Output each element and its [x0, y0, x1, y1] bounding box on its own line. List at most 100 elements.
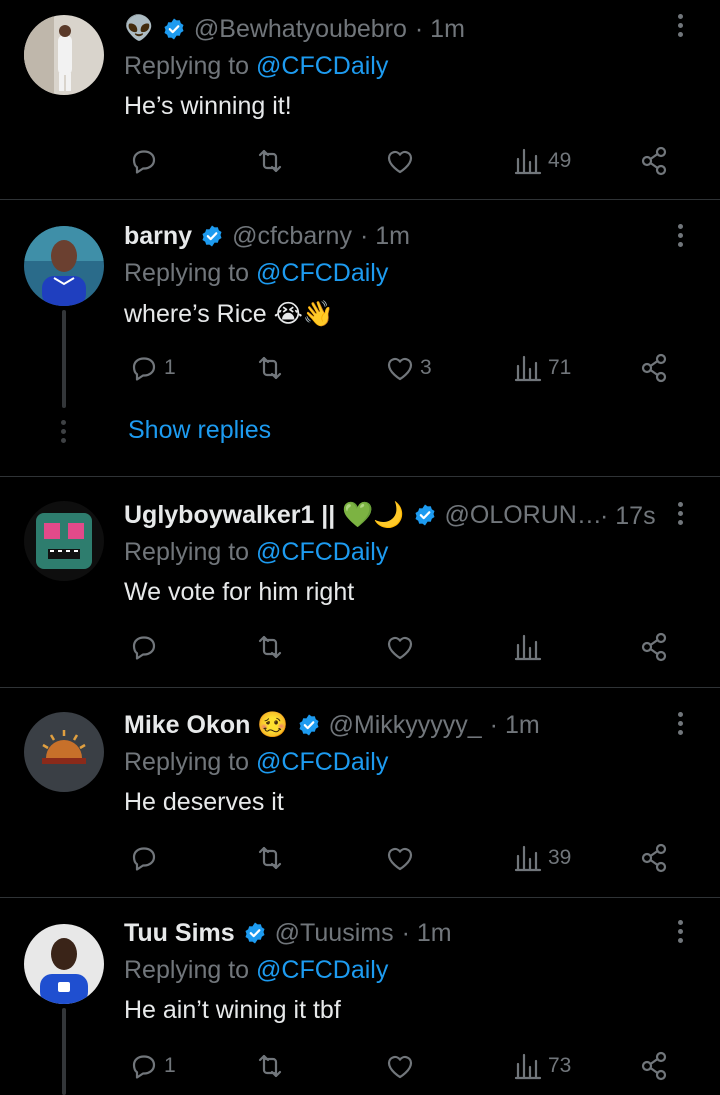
verified-badge-icon: [245, 922, 265, 944]
more-icon[interactable]: [670, 498, 690, 528]
replying-to-label: Replying to: [124, 52, 250, 80]
tweet[interactable]: Tuu Sims @Tuusims · 1m Replying to @CFCD…: [0, 898, 720, 1095]
reply-button[interactable]: 1: [128, 348, 176, 388]
show-replies-link[interactable]: Show replies: [128, 416, 271, 445]
tweet-text: He ain’t wining it tbf: [124, 996, 341, 1024]
mention-link[interactable]: @CFCDaily: [256, 538, 388, 566]
tweet-text: We vote for him right: [124, 578, 355, 606]
timestamp[interactable]: · 17s: [600, 502, 656, 531]
mention-link[interactable]: @CFCDaily: [256, 259, 388, 287]
reply-icon: [132, 636, 156, 660]
more-icon[interactable]: [670, 916, 690, 946]
retweet-icon: [258, 1054, 282, 1078]
timestamp[interactable]: · 1m: [415, 15, 465, 44]
verified-badge-icon: [299, 714, 318, 736]
views-icon: [514, 355, 542, 382]
view-count: 73: [548, 1054, 572, 1077]
avatar[interactable]: [24, 712, 104, 792]
more-icon[interactable]: [670, 220, 690, 250]
avatar[interactable]: [24, 501, 104, 581]
tweet-text: where’s Rice 😭👋: [124, 300, 334, 328]
views-icon: [514, 148, 542, 175]
user-handle[interactable]: @OLORUNF...: [445, 501, 611, 530]
share-button[interactable]: [638, 1046, 670, 1086]
view-count: 39: [548, 846, 572, 869]
reply-button[interactable]: [128, 838, 164, 878]
user-handle[interactable]: @Mikkyyyyy_: [329, 711, 482, 740]
like-button[interactable]: [384, 627, 420, 667]
tweet-header: Tuu Sims @Tuusims · 1m: [124, 916, 660, 950]
replying-to: Replying to @CFCDaily: [124, 748, 388, 777]
timestamp[interactable]: · 1m: [360, 222, 410, 251]
share-button[interactable]: [638, 838, 670, 878]
mention-link[interactable]: @CFCDaily: [256, 956, 388, 984]
like-button[interactable]: [384, 838, 420, 878]
verified-badge-icon: [415, 504, 434, 526]
views-icon: [514, 634, 542, 661]
tweet-actions: 1 73: [0, 1046, 720, 1086]
replying-to: Replying to @CFCDaily: [124, 52, 388, 81]
replying-to: Replying to @CFCDaily: [124, 538, 388, 567]
views-icon: [514, 1053, 542, 1080]
like-button[interactable]: [384, 141, 420, 181]
retweet-button[interactable]: [254, 141, 286, 181]
share-icon: [641, 843, 667, 873]
reply-button[interactable]: [128, 141, 164, 181]
verified-badge-icon: [202, 225, 222, 247]
tweet[interactable]: Mike Okon 🥴 @Mikkyyyyy_ · 1m Replying to…: [0, 688, 720, 898]
reply-button[interactable]: 1: [128, 1046, 176, 1086]
timestamp[interactable]: · 1m: [402, 919, 452, 948]
share-button[interactable]: [638, 348, 670, 388]
tweet[interactable]: 👽 @Bewhatyoubebro · 1m Replying to @CFCD…: [0, 0, 720, 200]
views-button[interactable]: 71: [512, 348, 571, 388]
views-button[interactable]: 39: [512, 838, 571, 878]
display-name[interactable]: Uglyboywalker1 || 💚🌙: [124, 501, 405, 530]
reply-count: 1: [164, 1054, 176, 1077]
display-name[interactable]: Tuu Sims: [124, 919, 235, 948]
avatar[interactable]: [24, 226, 104, 306]
thread-dots: [61, 420, 67, 447]
tweet[interactable]: Uglyboywalker1 || 💚🌙 @OLORUNF... · 17s R…: [0, 477, 720, 688]
retweet-button[interactable]: [254, 838, 286, 878]
tweet[interactable]: barny @cfcbarny · 1m Replying to @CFCDai…: [0, 200, 720, 477]
timestamp[interactable]: · 1m: [490, 711, 540, 740]
retweet-button[interactable]: [254, 627, 286, 667]
views-button[interactable]: 73: [512, 1046, 571, 1086]
replying-to: Replying to @CFCDaily: [124, 259, 388, 288]
more-icon[interactable]: [670, 10, 690, 40]
tweet-header: Uglyboywalker1 || 💚🌙 @OLORUNF...: [124, 498, 610, 532]
user-handle[interactable]: @Tuusims: [275, 919, 394, 948]
more-icon[interactable]: [670, 708, 690, 738]
replying-to-label: Replying to: [124, 259, 250, 287]
reply-count: 1: [164, 356, 176, 379]
user-handle[interactable]: @Bewhatyoubebro: [194, 15, 407, 44]
retweet-button[interactable]: [254, 1046, 286, 1086]
tweet-actions: 1 3 71: [0, 348, 720, 388]
display-name[interactable]: barny: [124, 222, 192, 251]
tweet-actions: 49: [0, 141, 720, 181]
share-icon: [641, 632, 667, 662]
like-icon: [387, 150, 413, 174]
share-icon: [641, 353, 667, 383]
share-button[interactable]: [638, 627, 670, 667]
retweet-icon: [258, 149, 282, 173]
retweet-button[interactable]: [254, 348, 286, 388]
views-button[interactable]: 49: [512, 141, 571, 181]
like-icon: [387, 1055, 413, 1079]
tweet-actions: [0, 627, 720, 667]
tweet-text: He deserves it: [124, 788, 284, 816]
user-handle[interactable]: @cfcbarny: [232, 222, 352, 251]
mention-link[interactable]: @CFCDaily: [256, 52, 388, 80]
replying-to-label: Replying to: [124, 956, 250, 984]
retweet-icon: [258, 846, 282, 870]
like-button[interactable]: 3: [384, 348, 432, 388]
avatar[interactable]: [24, 15, 104, 95]
replying-to-label: Replying to: [124, 748, 250, 776]
display-name[interactable]: Mike Okon 🥴: [124, 711, 289, 740]
reply-button[interactable]: [128, 627, 164, 667]
avatar[interactable]: [24, 924, 104, 1004]
share-button[interactable]: [638, 141, 670, 181]
views-button[interactable]: [512, 627, 548, 667]
mention-link[interactable]: @CFCDaily: [256, 748, 388, 776]
like-button[interactable]: [384, 1046, 420, 1086]
